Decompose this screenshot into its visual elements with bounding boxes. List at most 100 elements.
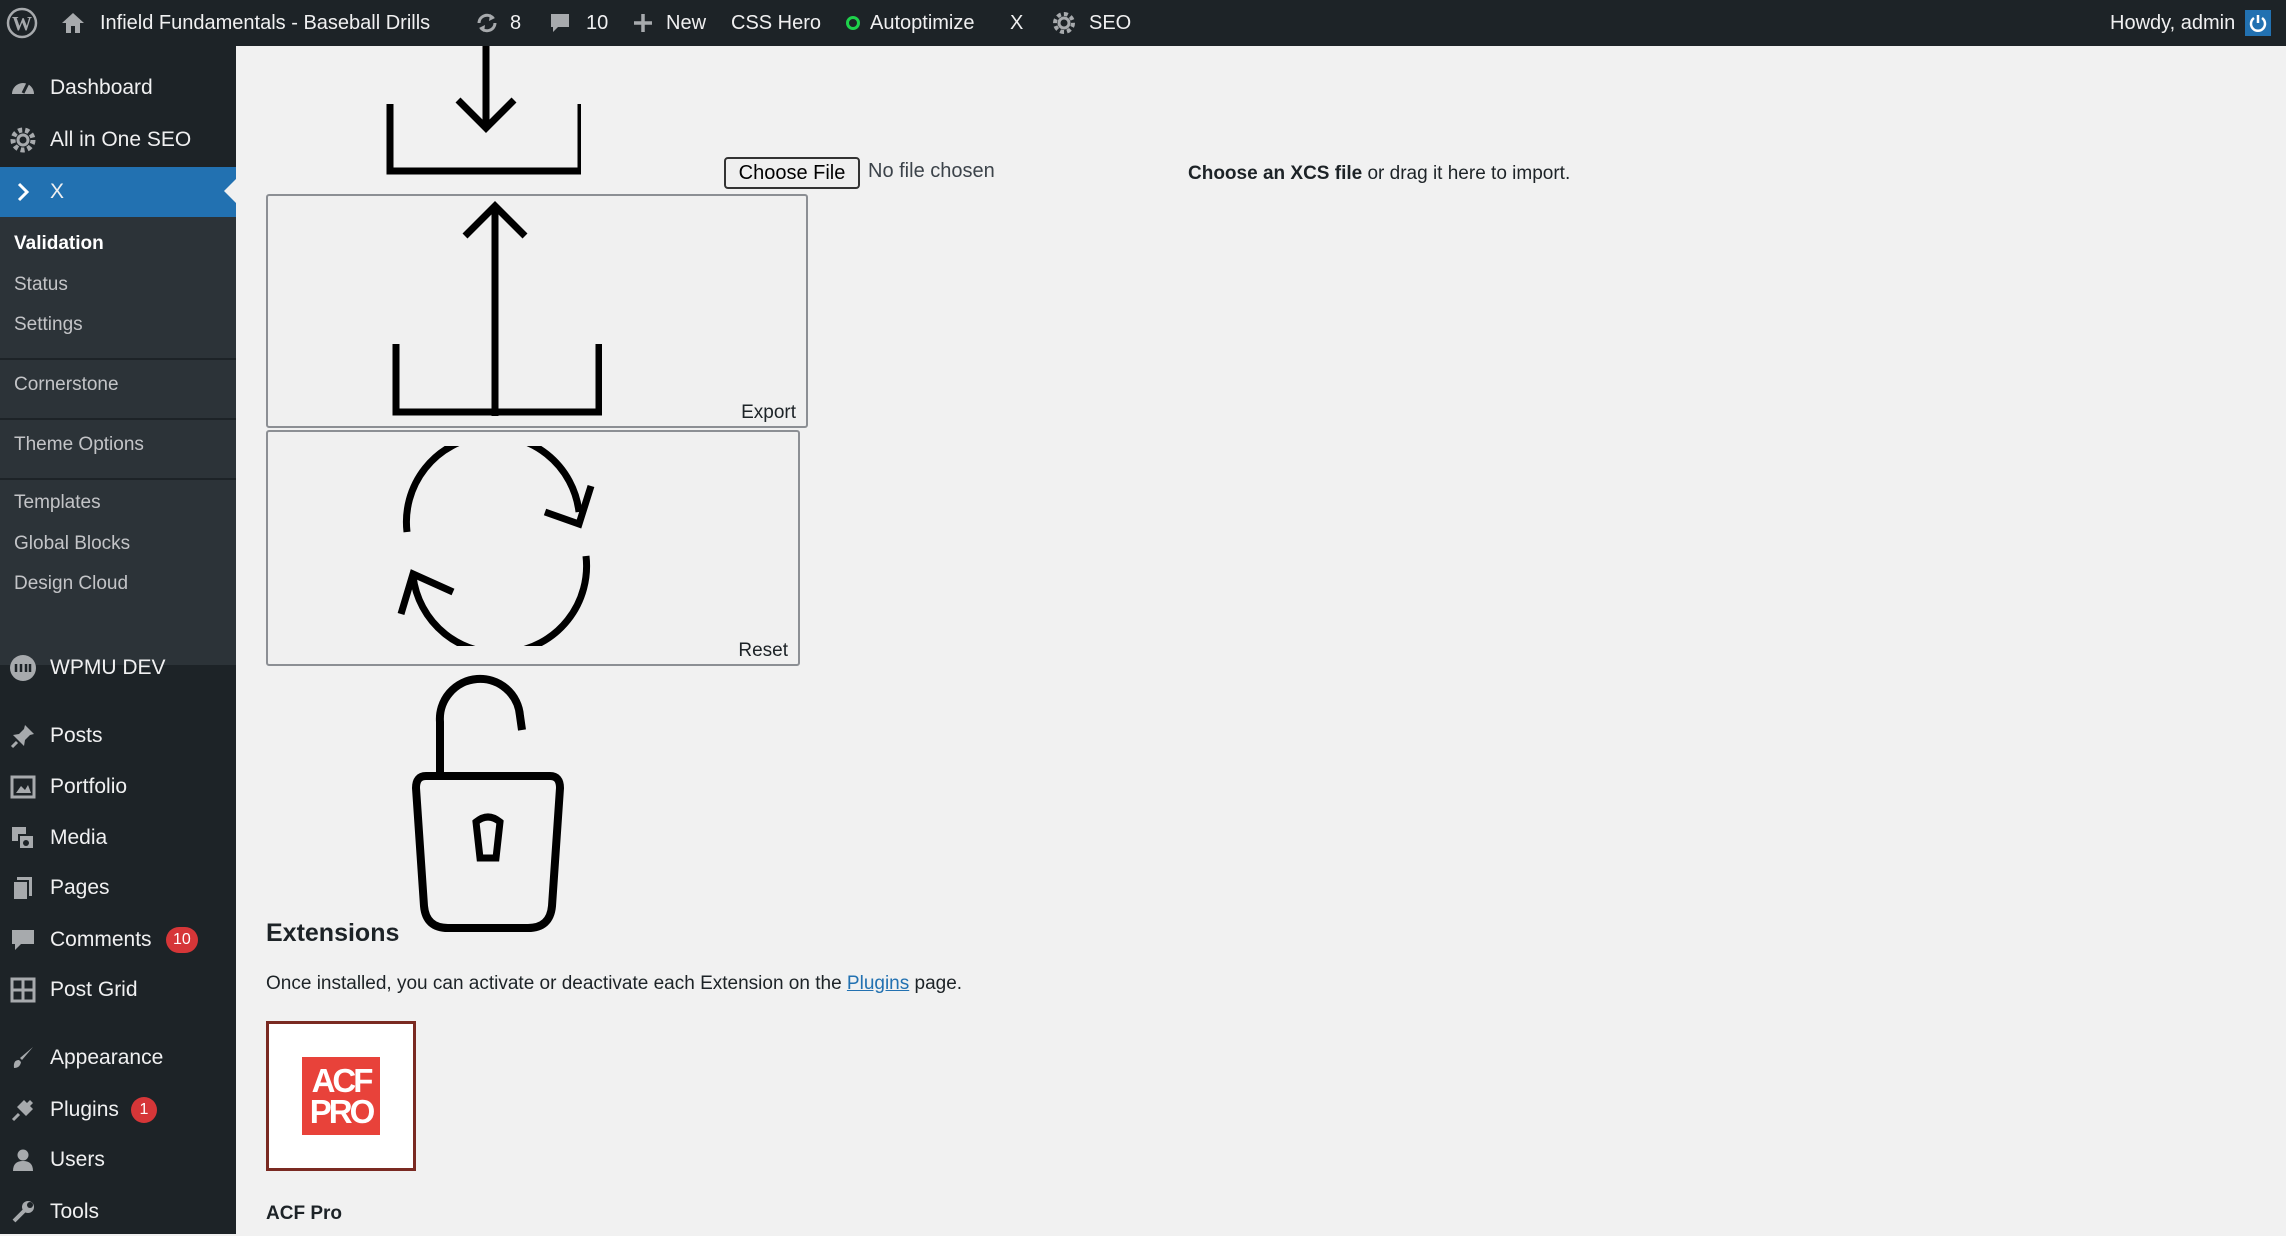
sidebar-item-appearance[interactable]: Appearance: [0, 1034, 236, 1082]
portfolio-icon: [8, 772, 38, 802]
pages-icon: [8, 873, 38, 903]
import-icon[interactable]: [381, 46, 585, 181]
sidebar-item-comments[interactable]: Comments 10: [0, 916, 236, 964]
sidebar-item-media[interactable]: Media: [0, 814, 236, 862]
howdy-text: Howdy, admin: [2110, 11, 2236, 34]
comment-icon: [548, 11, 572, 35]
sidebar-item-label: Post Grid: [50, 978, 138, 1001]
css-hero-link[interactable]: CSS Hero: [731, 0, 821, 46]
wrench-icon: [8, 1197, 38, 1227]
sidebar-item-label: Posts: [50, 724, 103, 747]
extensions-desc-before: Once installed, you can activate or deac…: [266, 973, 847, 994]
submenu-theme-options[interactable]: Theme Options: [14, 434, 144, 456]
sidebar-item-label: Portfolio: [50, 775, 128, 798]
x-label: X: [1010, 11, 1024, 34]
sidebar-item-label: Tools: [50, 1200, 100, 1223]
extensions-heading: Extensions: [266, 919, 400, 947]
sidebar-item-label: Users: [50, 1148, 105, 1171]
plugin-icon: [8, 1095, 38, 1125]
sidebar-item-post-grid[interactable]: Post Grid: [0, 966, 236, 1014]
sidebar-item-pages[interactable]: Pages: [0, 864, 236, 912]
sidebar-item-tools[interactable]: Tools: [0, 1188, 236, 1236]
sidebar-item-dashboard[interactable]: Dashboard: [0, 64, 236, 112]
extensions-description: Once installed, you can activate or deac…: [266, 973, 962, 995]
sidebar-item-label: WPMU DEV: [50, 656, 166, 679]
acf-pro-extension-card[interactable]: ACF PRO: [266, 1021, 416, 1171]
avatar: [2245, 10, 2272, 36]
extensions-desc-after: page.: [909, 973, 963, 994]
submenu-divider: [0, 418, 236, 420]
updates-link[interactable]: 8: [474, 0, 521, 46]
sidebar-item-label: Pages: [50, 876, 110, 899]
wordpress-logo-icon[interactable]: W: [6, 0, 38, 46]
sidebar-item-users[interactable]: Users: [0, 1136, 236, 1184]
my-account-link[interactable]: Howdy, admin: [2110, 0, 2272, 46]
status-dot-icon: [846, 16, 860, 30]
acf-pro-logo: ACF PRO: [302, 1057, 380, 1135]
comment-icon: [8, 925, 38, 955]
comments-link[interactable]: 10: [548, 0, 608, 46]
unlock-icon[interactable]: [400, 666, 572, 941]
submenu-divider: [0, 478, 236, 480]
svg-text:W: W: [12, 13, 32, 35]
chevron-right-icon: [8, 177, 38, 207]
home-icon: [60, 11, 86, 35]
media-icon: [8, 823, 38, 853]
pro-logo-text: PRO: [309, 1093, 375, 1130]
submenu-cornerstone[interactable]: Cornerstone: [14, 374, 119, 396]
submenu-templates[interactable]: Templates: [14, 492, 101, 514]
main-content: Choose File No file chosen Choose an XCS…: [236, 46, 2286, 1234]
sidebar-item-label: Dashboard: [50, 76, 153, 99]
comments-count-badge: 10: [166, 927, 198, 953]
sidebar-item-label: Plugins: [50, 1098, 119, 1121]
new-content-link[interactable]: New: [632, 0, 706, 46]
no-file-chosen-text: No file chosen: [868, 160, 995, 182]
current-indicator: [224, 179, 236, 203]
x-submenu: Validation Status Settings Cornerstone T…: [0, 217, 236, 665]
export-button[interactable]: Export: [266, 194, 808, 428]
admin-bar: W Infield Fundamentals - Baseball Drills…: [0, 0, 2286, 46]
import-hint: Choose an XCS file or drag it here to im…: [1188, 163, 1570, 185]
pushpin-icon: [8, 721, 38, 751]
plugins-link[interactable]: Plugins: [847, 973, 909, 994]
upload-arrow-icon: [392, 201, 602, 416]
sidebar-item-label: Media: [50, 826, 108, 849]
submenu-divider: [0, 358, 236, 360]
x-theme-link[interactable]: X: [1010, 0, 1023, 46]
submenu-validation[interactable]: Validation: [14, 233, 104, 255]
plus-icon: [632, 12, 654, 34]
plugins-update-badge: 1: [131, 1097, 157, 1123]
sidebar-item-posts[interactable]: Posts: [0, 712, 236, 760]
autoptimize-link[interactable]: Autoptimize: [846, 0, 975, 46]
gear-icon: [8, 125, 38, 155]
grid-icon: [8, 975, 38, 1005]
updates-count: 8: [510, 11, 522, 34]
autoptimize-label: Autoptimize: [870, 11, 975, 34]
choose-file-button[interactable]: Choose File: [724, 157, 860, 189]
import-hint-rest: or drag it here to import.: [1362, 163, 1571, 184]
sidebar-item-plugins[interactable]: Plugins 1: [0, 1086, 236, 1134]
refresh-icon: [397, 446, 595, 646]
sidebar-item-label: All in One SEO: [50, 128, 192, 151]
sidebar-item-label: Comments: [50, 928, 152, 951]
sidebar-item-label: X: [50, 180, 65, 203]
submenu-design-cloud[interactable]: Design Cloud: [14, 573, 128, 595]
dashboard-icon: [8, 73, 38, 103]
admin-sidebar: Dashboard All in One SEO X Validation St…: [0, 46, 236, 1234]
submenu-global-blocks[interactable]: Global Blocks: [14, 533, 130, 555]
sidebar-item-x[interactable]: X: [0, 167, 236, 217]
sidebar-item-wpmu-dev[interactable]: WPMU DEV: [0, 644, 236, 692]
site-name-link[interactable]: Infield Fundamentals - Baseball Drills: [60, 0, 430, 46]
submenu-status[interactable]: Status: [14, 274, 68, 296]
site-name: Infield Fundamentals - Baseball Drills: [100, 11, 431, 34]
seo-link[interactable]: SEO: [1049, 0, 1131, 46]
sidebar-item-all-in-one-seo[interactable]: All in One SEO: [0, 116, 236, 164]
reset-button[interactable]: Reset: [266, 430, 800, 666]
sidebar-item-portfolio[interactable]: Portfolio: [0, 763, 236, 811]
user-icon: [8, 1145, 38, 1175]
comments-count: 10: [586, 11, 609, 34]
submenu-settings[interactable]: Settings: [14, 314, 83, 336]
import-hint-bold: Choose an XCS file: [1188, 163, 1363, 184]
reset-label: Reset: [738, 640, 788, 661]
sidebar-item-label: Appearance: [50, 1046, 164, 1069]
